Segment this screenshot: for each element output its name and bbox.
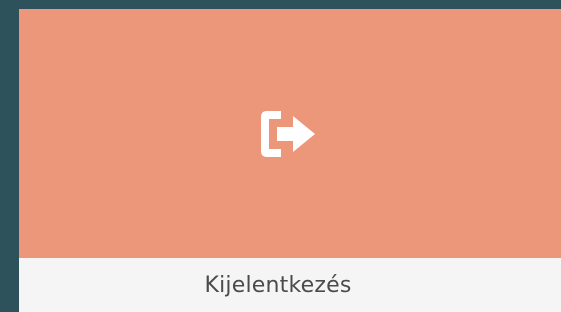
sign-out-icon — [261, 110, 315, 157]
logout-tile-face[interactable] — [19, 9, 561, 258]
logout-label-bar: Kijelentkezés — [19, 258, 561, 312]
logout-tile[interactable]: Kijelentkezés — [19, 9, 561, 312]
logout-label: Kijelentkezés — [204, 272, 352, 298]
